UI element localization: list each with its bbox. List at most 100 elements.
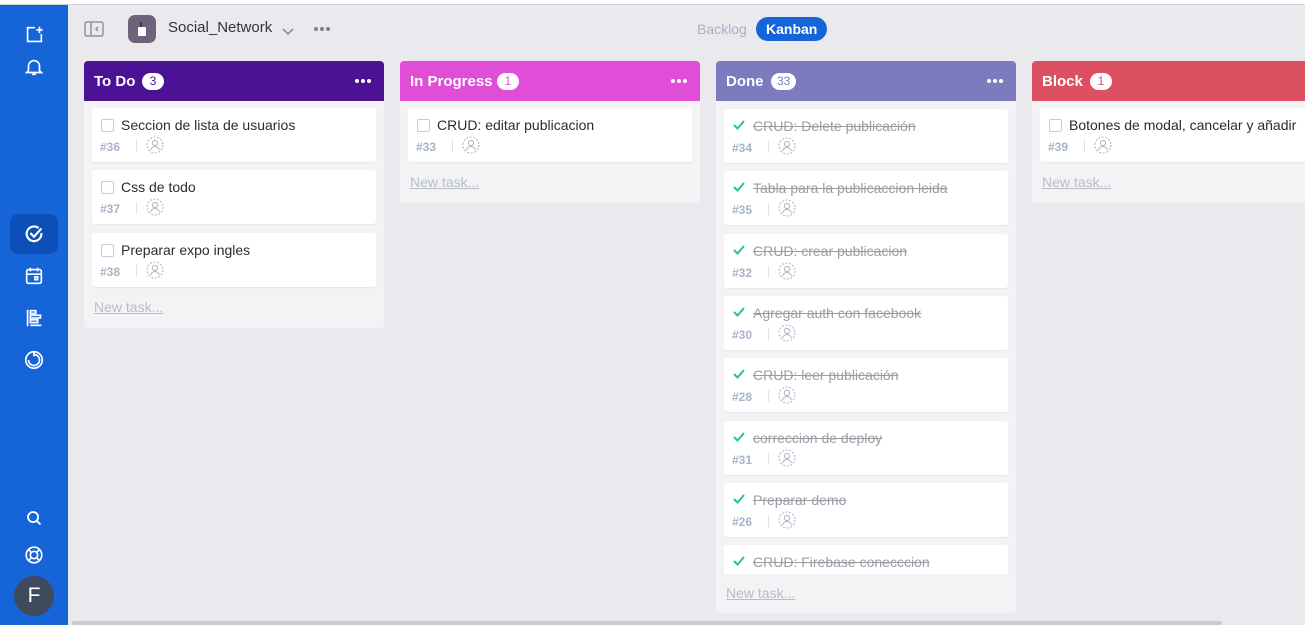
task-checkbox[interactable] — [101, 119, 114, 132]
more-icon[interactable] — [354, 73, 372, 89]
task-checkbox[interactable] — [101, 181, 114, 194]
task-card[interactable]: Preparar expo ingles #38 — [92, 233, 376, 287]
assignee-icon[interactable] — [1094, 136, 1112, 154]
task-card[interactable]: CRUD: crear publicacion #32 — [724, 234, 1008, 288]
assignee-icon[interactable] — [778, 262, 796, 280]
column-todo: To Do 3 Seccion de lista de usuarios #36… — [84, 61, 384, 328]
bell-icon[interactable] — [14, 49, 54, 85]
check-icon[interactable] — [732, 118, 746, 132]
check-icon[interactable] — [732, 554, 746, 568]
more-icon[interactable] — [670, 73, 688, 89]
task-card[interactable]: correccion de deploy #31 — [724, 421, 1008, 475]
sidebar-toggle-icon[interactable] — [84, 21, 104, 37]
more-icon[interactable] — [312, 19, 332, 39]
view-kanban-tab[interactable]: Kanban — [756, 17, 828, 41]
column-count-badge: 1 — [1090, 73, 1112, 90]
task-number: #31 — [732, 453, 753, 467]
new-task-link[interactable]: New task... — [1042, 174, 1111, 190]
task-card[interactable]: Seccion de lista de usuarios #36 — [92, 108, 376, 162]
check-icon[interactable] — [732, 367, 746, 381]
column-in-progress: In Progress 1 CRUD: editar publicacion #… — [400, 61, 700, 203]
new-task-link[interactable]: New task... — [94, 299, 163, 315]
chevron-down-icon[interactable] — [282, 23, 294, 36]
task-card[interactable]: Preparar demo #26 — [724, 483, 1008, 537]
task-number: #34 — [732, 141, 753, 155]
column-title: In Progress — [410, 73, 493, 90]
project-name[interactable]: Social_Network — [168, 19, 272, 36]
task-card[interactable]: CRUD: leer publicación #28 — [724, 358, 1008, 412]
assignee-icon[interactable] — [778, 386, 796, 404]
avatar-letter: F — [27, 584, 41, 607]
help-icon[interactable] — [14, 537, 54, 573]
assignee-icon[interactable] — [462, 136, 480, 154]
column-header: To Do 3 — [84, 61, 384, 101]
check-icon[interactable] — [732, 243, 746, 257]
task-title: Seccion de lista de usuarios — [121, 117, 296, 133]
column-count-badge: 33 — [771, 73, 797, 90]
column-header: Block 1 — [1032, 61, 1305, 101]
divider — [768, 266, 769, 278]
assignee-icon[interactable] — [146, 261, 164, 279]
divider — [1084, 140, 1085, 152]
calendar-icon[interactable] — [14, 258, 54, 294]
search-icon[interactable] — [14, 500, 54, 536]
task-title: Preparar expo ingles — [121, 242, 251, 258]
task-checkbox[interactable] — [101, 244, 114, 257]
project-icon — [128, 15, 156, 43]
assignee-icon[interactable] — [778, 324, 796, 342]
column-count-badge: 1 — [497, 73, 519, 90]
assignee-icon[interactable] — [146, 198, 164, 216]
divider — [136, 140, 137, 152]
task-title: CRUD: editar publicacion — [437, 117, 595, 133]
task-checkbox[interactable] — [417, 119, 430, 132]
done-card-list[interactable]: CRUD: Delete publicación #34 Tabla para … — [716, 109, 1016, 574]
new-task-link[interactable]: New task... — [726, 585, 795, 601]
new-task-link[interactable]: New task... — [410, 174, 479, 190]
check-icon[interactable] — [732, 180, 746, 194]
task-number: #37 — [100, 202, 121, 216]
divider — [452, 140, 453, 152]
task-card[interactable]: CRUD: Delete publicación #34 — [724, 109, 1008, 163]
task-number: #36 — [100, 140, 121, 154]
avatar[interactable]: F — [14, 576, 54, 616]
task-card[interactable]: Botones de modal, cancelar y añadir #39 — [1040, 108, 1305, 162]
column-count-badge: 3 — [142, 73, 164, 90]
assignee-icon[interactable] — [778, 199, 796, 217]
divider — [768, 515, 769, 527]
column-block: Block 1 Botones de modal, cancelar y aña… — [1032, 61, 1305, 203]
reports-icon[interactable] — [14, 342, 54, 378]
task-card[interactable]: Agregar auth con facebook #30 — [724, 296, 1008, 350]
task-title: CRUD: crear publicacion — [753, 243, 908, 259]
task-number: #26 — [732, 515, 753, 529]
timeline-icon[interactable] — [14, 300, 54, 336]
task-card[interactable]: CRUD: Firebase conecccion — [724, 545, 1008, 574]
add-project-icon[interactable] — [14, 17, 54, 53]
more-icon[interactable] — [986, 73, 1004, 89]
view-backlog-tab[interactable]: Backlog — [697, 21, 747, 37]
task-number: #38 — [100, 265, 121, 279]
column-header: Done 33 — [716, 61, 1016, 101]
task-number: #39 — [1048, 140, 1069, 154]
check-icon[interactable] — [732, 430, 746, 444]
task-card[interactable]: CRUD: editar publicacion #33 — [408, 108, 692, 162]
task-title: Preparar demo — [753, 492, 847, 508]
task-title: correccion de deploy — [753, 430, 883, 446]
task-number: #32 — [732, 266, 753, 280]
divider — [768, 328, 769, 340]
assignee-icon[interactable] — [778, 511, 796, 529]
sidebar: F — [0, 5, 68, 625]
column-done: Done 33 CRUD: Delete publicación #34 Tab… — [716, 61, 1016, 613]
assignee-icon[interactable] — [778, 449, 796, 467]
tasks-icon[interactable] — [10, 214, 58, 254]
task-number: #30 — [732, 328, 753, 342]
assignee-icon[interactable] — [146, 136, 164, 154]
task-card[interactable]: Tabla para la publicaccion leida #35 — [724, 171, 1008, 225]
horizontal-scrollbar[interactable] — [72, 621, 1222, 625]
task-checkbox[interactable] — [1049, 119, 1062, 132]
assignee-icon[interactable] — [778, 137, 796, 155]
task-title: CRUD: leer publicación — [753, 367, 899, 383]
check-icon[interactable] — [732, 305, 746, 319]
task-title: Css de todo — [121, 179, 196, 195]
check-icon[interactable] — [732, 492, 746, 506]
task-card[interactable]: Css de todo #37 — [92, 170, 376, 224]
